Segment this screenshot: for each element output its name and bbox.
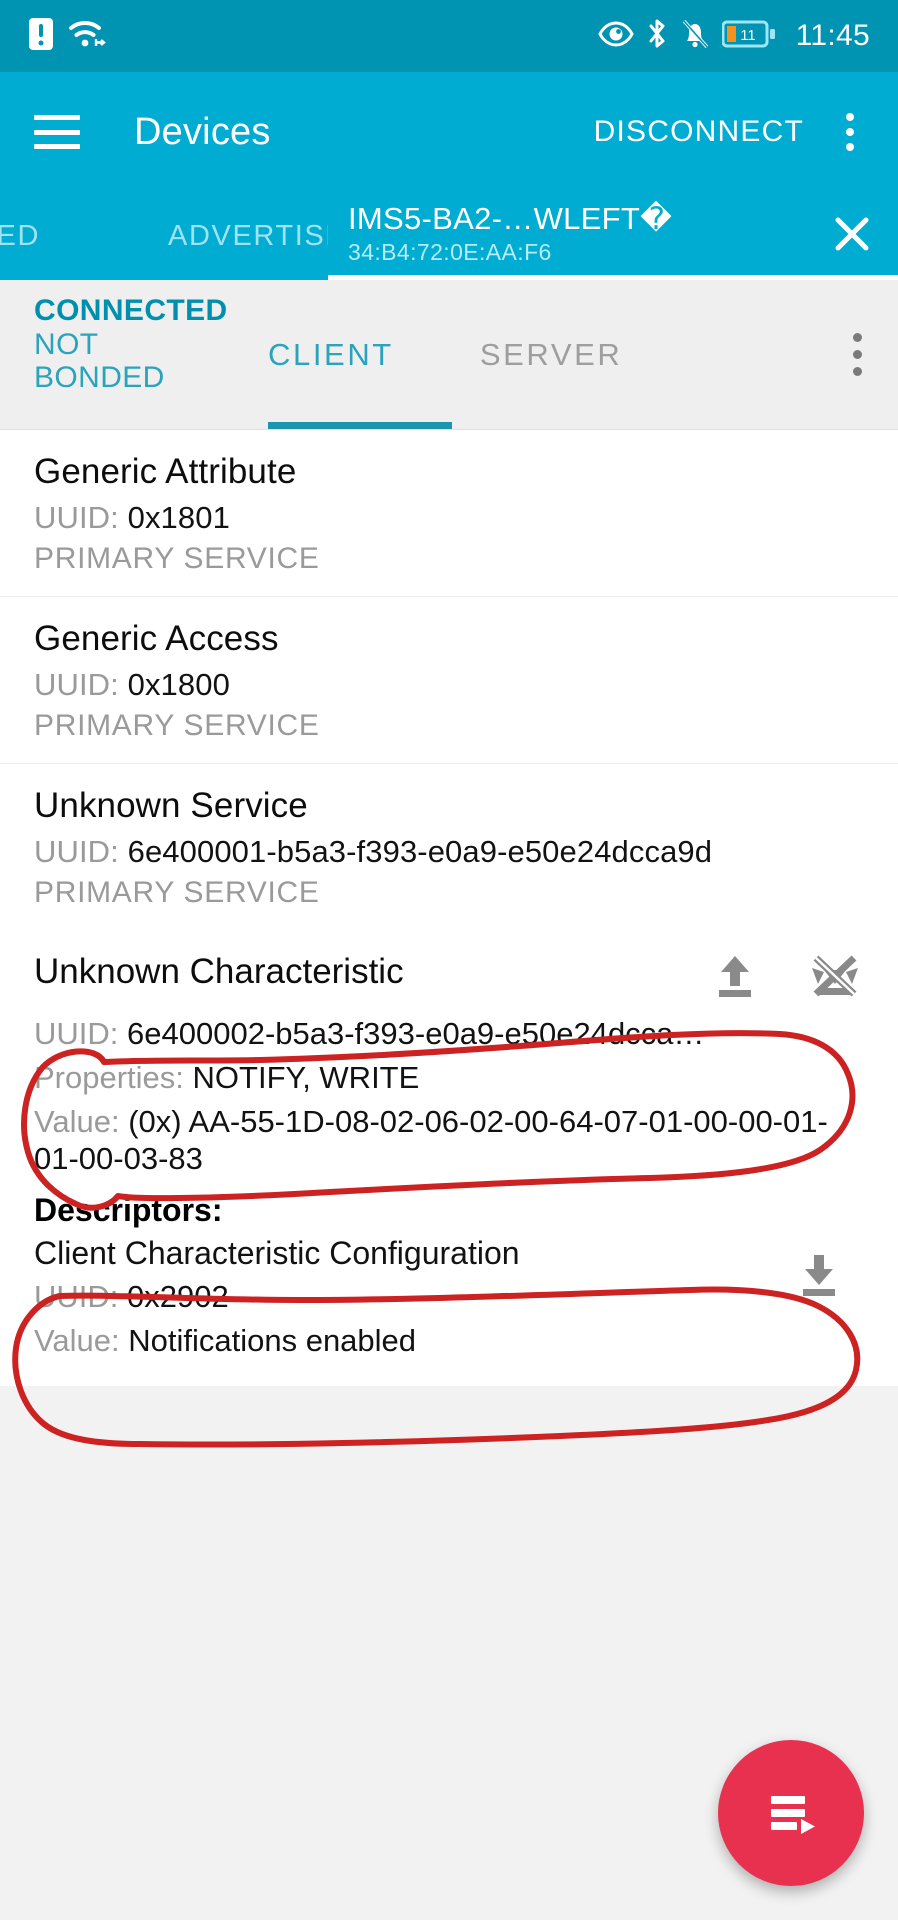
service-uuid-row: UUID: 0x1800 [34,667,864,703]
service-uuid: 0x1800 [127,667,230,702]
uuid-label: UUID: [34,500,119,535]
device-tab-labels: IMS5-BA2-…WLEFT� 34:B4:72:0E:AA:F6 [328,201,806,266]
service-name: Generic Access [34,619,279,658]
client-server-tabs: CLIENT SERVER [268,280,898,429]
list-item[interactable]: Generic Access UUID: 0x1800 PRIMARY SERV… [0,597,898,764]
device-address: 34:B4:72:0E:AA:F6 [348,239,552,265]
characteristic-uuid-row: UUID: 6e400002-b5a3-f393-e0a9-e50e24dcca… [34,1015,864,1053]
upload-arrow-icon[interactable] [708,950,762,1009]
characteristic-actions [708,944,864,1009]
device-tab-strip: DED ADVERTISER IMS5-BA2-…WLEFT� 34:B4:72… [0,192,898,280]
sim-alert-icon [28,17,54,56]
uuid-label: UUID: [34,834,119,869]
service-uuid: 0x1801 [127,500,230,535]
battery-icon: 11 [721,20,776,53]
service-name: Unknown Service [34,786,308,825]
uuid-label: UUID: [34,1016,119,1051]
descriptors-label: Descriptors: [34,1192,223,1229]
bluetooth-icon [646,17,668,56]
service-type: PRIMARY SERVICE [34,709,320,742]
device-name: IMS5-BA2-…WLEFT� [348,201,673,236]
tab-server[interactable]: SERVER [480,280,623,429]
list-item[interactable]: Unknown Service UUID: 6e400001-b5a3-f393… [0,764,898,930]
descriptor-item[interactable]: Client Characteristic Configuration UUID… [34,1229,864,1360]
status-bar: 11 11:45 [0,0,898,72]
descriptor-uuid-row: UUID: 0x2902 [34,1278,774,1316]
status-bar-clock: 11:45 [795,19,870,52]
descriptor-value-row: Value: Notifications enabled [34,1322,774,1360]
disconnect-button[interactable]: DISCONNECT [594,115,804,149]
page-title: Devices [134,110,271,153]
phone-screen: 11 11:45 Devices DISCONNECT DED ADVERTIS… [0,0,898,1920]
connection-state: CONNECTED NOT BONDED [0,280,300,429]
hamburger-icon[interactable] [34,115,80,149]
tab-bonded-partial[interactable]: DED [0,192,40,280]
service-uuid: 6e400001-b5a3-f393-e0a9-e50e24dcca9d [127,834,713,869]
app-bar: Devices DISCONNECT [0,72,898,192]
tab-client[interactable]: CLIENT [268,280,394,429]
characteristic-uuid: 6e400002-b5a3-f393-e0a9-e50e24dcca… [127,1016,705,1051]
service-type: PRIMARY SERVICE [34,542,320,575]
gatt-service-list: Generic Attribute UUID: 0x1801 PRIMARY S… [0,430,898,1386]
svg-text:11: 11 [740,27,756,44]
connection-state-line3: BONDED [34,361,165,395]
connection-strip: CONNECTED NOT BONDED CLIENT SERVER [0,280,898,430]
app-bar-actions: DISCONNECT [594,107,864,157]
service-uuid-row: UUID: 6e400001-b5a3-f393-e0a9-e50e24dcca… [34,834,864,870]
descriptor-value: Notifications enabled [128,1323,417,1359]
uuid-label: UUID: [34,667,119,702]
status-bar-left-icons [28,17,108,56]
connection-state-line1: CONNECTED [34,294,228,327]
notifications-disabled-icon[interactable] [806,950,864,1009]
value-label: Value: [34,1323,120,1359]
run-script-icon [771,1796,815,1834]
tab-connected-device[interactable]: IMS5-BA2-…WLEFT� 34:B4:72:0E:AA:F6 [328,192,898,280]
properties-label: Properties: [34,1059,184,1095]
descriptor-text: Client Characteristic Configuration UUID… [34,1229,774,1360]
eye-icon [597,20,634,52]
characteristic-properties-row: Properties: NOTIFY, WRITE [34,1059,864,1097]
status-bar-right-icons: 11 11:45 [597,17,870,56]
app-bar-overflow-icon[interactable] [836,107,864,157]
list-item[interactable]: Generic Attribute UUID: 0x1801 PRIMARY S… [0,430,898,597]
service-name: Generic Attribute [34,452,297,491]
characteristic-item[interactable]: Unknown Characteristic UUID: 6e400002-b5… [0,930,898,1386]
service-uuid-row: UUID: 0x1801 [34,500,864,536]
characteristic-properties: NOTIFY, WRITE [192,1059,420,1095]
run-script-fab[interactable] [718,1740,864,1886]
descriptor-uuid: 0x2902 [127,1279,229,1315]
characteristic-value-row: Value: (0x) AA-55-1D-08-02-06-02-00-64-0… [34,1103,864,1179]
wifi-icon [68,17,108,56]
characteristic-header: Unknown Characteristic [34,944,864,1009]
download-arrow-icon[interactable] [774,1229,864,1299]
connection-state-line2: NOT [34,327,99,361]
tab-client-indicator [268,422,452,429]
characteristic-name: Unknown Characteristic [34,952,404,991]
bell-muted-icon [680,18,710,55]
descriptor-name: Client Characteristic Configuration [34,1235,520,1272]
close-icon[interactable] [806,212,898,256]
uuid-label: UUID: [34,1279,119,1315]
value-label: Value: [34,1103,120,1139]
service-type: PRIMARY SERVICE [34,876,320,909]
connection-overflow-icon[interactable] [853,333,862,376]
characteristic-value: (0x) AA-55-1D-08-02-06-02-00-64-07-01-00… [34,1103,828,1177]
